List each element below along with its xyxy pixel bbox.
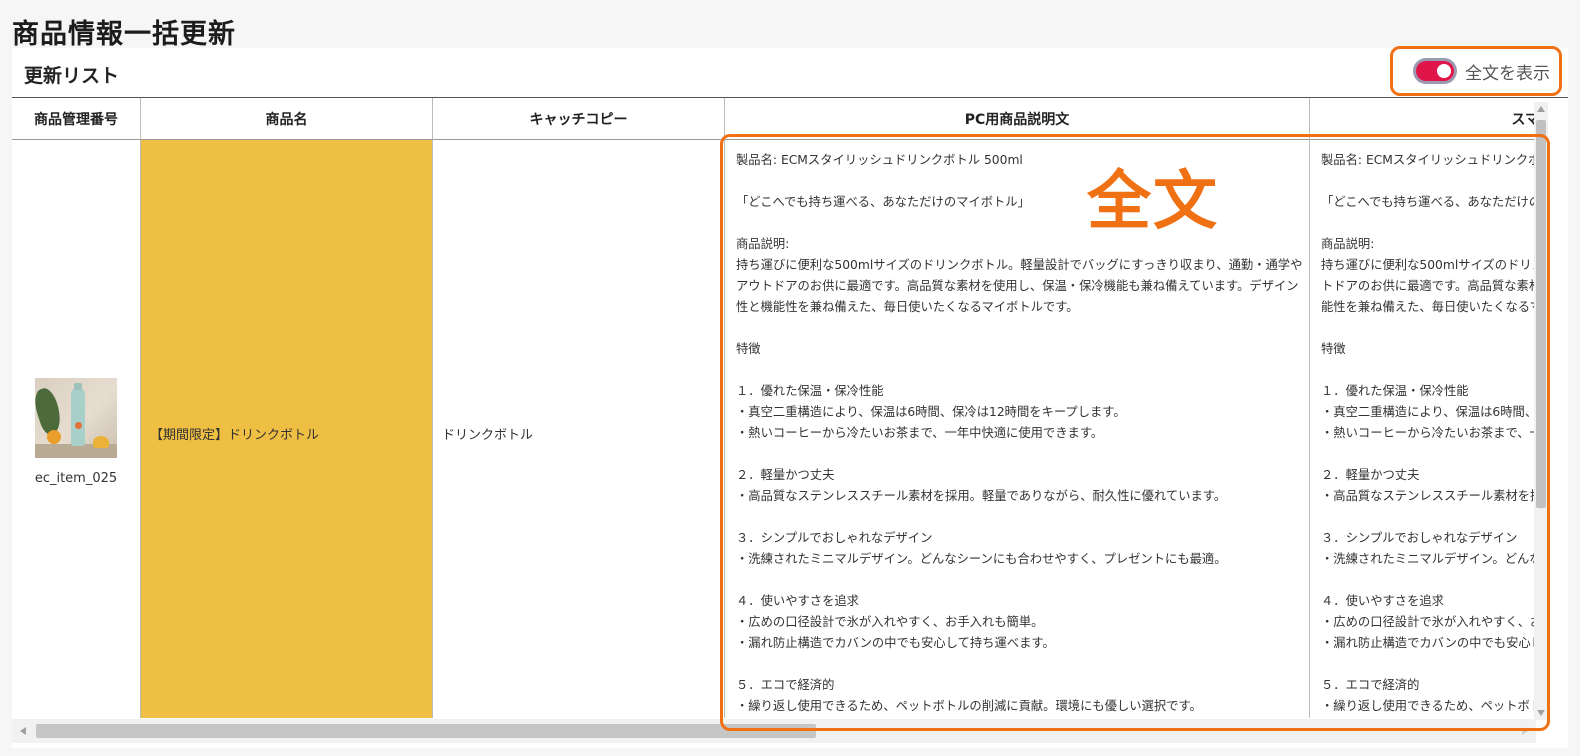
item-code-text: ec_item_025	[34, 471, 118, 486]
update-list-panel: 更新リスト 全文を表示 商品管理番号 商品名 キャッチコピー PC用商品説明文 …	[12, 46, 1568, 748]
catch-copy-text: ドリンクボトル	[442, 428, 534, 443]
bottle-shape	[71, 383, 85, 446]
product-name-text: 【期間限定】ドリンクボトル	[150, 428, 320, 443]
toggle-label: 全文を表示	[1465, 63, 1550, 84]
header-item-code: 商品管理番号	[12, 98, 141, 140]
scroll-left-arrow-icon[interactable]	[20, 727, 26, 735]
orange-fruit	[47, 430, 61, 444]
scroll-right-arrow-icon[interactable]	[1522, 727, 1528, 735]
horizontal-scrollbar[interactable]	[12, 719, 1536, 743]
horizontal-scroll-thumb[interactable]	[36, 724, 816, 738]
sp-description-text: 製品名: ECMスタイリッシュドリンクボトル 「どこへでも持ち運べる、あなただけ…	[1321, 153, 1534, 713]
header-pc-description: PC用商品説明文	[725, 98, 1310, 140]
header-sp-description: スマ	[1310, 98, 1534, 140]
page-title: 商品情報一括更新	[12, 19, 236, 50]
scroll-down-arrow-icon[interactable]	[1537, 710, 1545, 716]
cell-pc-description[interactable]: 製品名: ECMスタイリッシュドリンクボトル 500ml 「どこへでも持ち運べる…	[725, 140, 1310, 718]
orange-slice	[93, 436, 109, 448]
vertical-scrollbar[interactable]	[1534, 102, 1548, 720]
bottle-logo-dot	[75, 422, 82, 429]
header-catch-copy: キャッチコピー	[433, 98, 725, 140]
product-table: 商品管理番号 商品名 キャッチコピー PC用商品説明文 スマ ec_item_0…	[12, 98, 1534, 718]
full-text-annotation: 全文	[1087, 165, 1219, 239]
header-product-name: 商品名	[141, 98, 433, 140]
scroll-up-arrow-icon[interactable]	[1537, 106, 1545, 112]
product-image[interactable]	[35, 378, 117, 458]
vertical-scroll-thumb[interactable]	[1536, 120, 1546, 508]
show-full-text-toggle[interactable]	[1413, 58, 1457, 84]
cell-catch-copy[interactable]: ドリンクボトル	[433, 140, 725, 718]
pc-description-text: 製品名: ECMスタイリッシュドリンクボトル 500ml 「どこへでも持ち運べる…	[736, 153, 1303, 713]
cell-sp-description[interactable]: 製品名: ECMスタイリッシュドリンクボトル 「どこへでも持ち運べる、あなただけ…	[1310, 140, 1534, 718]
cell-product-name[interactable]: 【期間限定】ドリンクボトル	[141, 140, 433, 718]
panel-title: 更新リスト	[24, 65, 120, 87]
leaf-shape	[35, 385, 66, 437]
panel-header: 更新リスト 全文を表示	[12, 46, 1568, 98]
toggle-knob	[1437, 64, 1451, 78]
show-full-text-toggle-container[interactable]: 全文を表示	[1390, 46, 1562, 96]
cell-item-code: ec_item_025	[12, 140, 141, 718]
